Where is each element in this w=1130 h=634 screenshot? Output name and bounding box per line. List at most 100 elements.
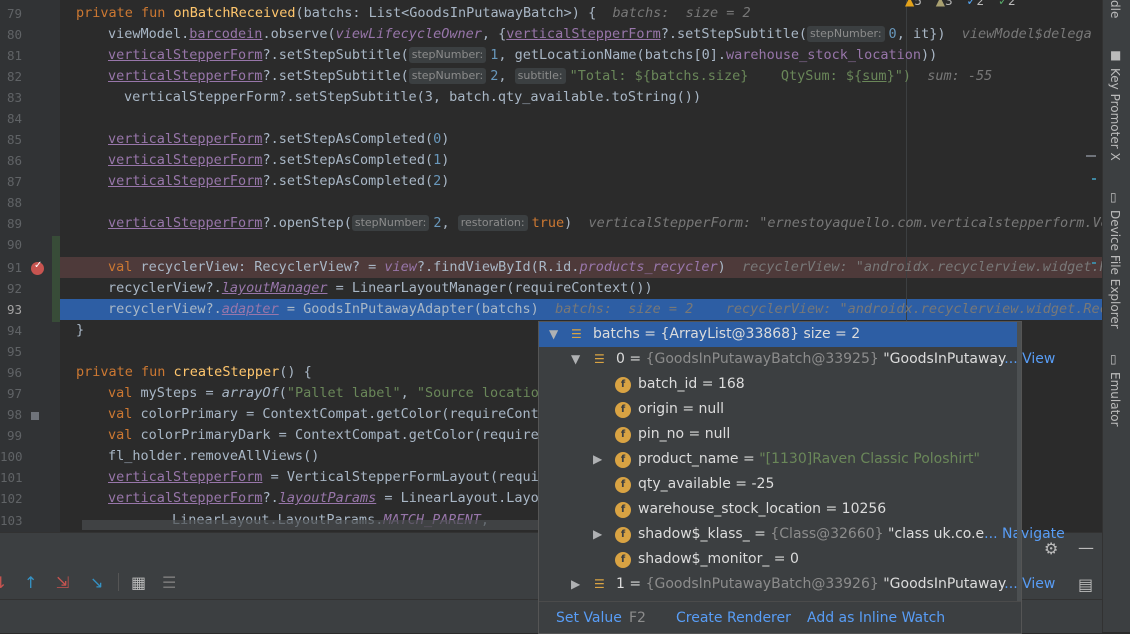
line-number: 87 <box>6 174 22 189</box>
scroll-marker[interactable] <box>1092 178 1096 180</box>
line-number: 101 <box>0 470 23 485</box>
tab-gradle[interactable]: dle <box>1102 0 1130 36</box>
tree-row-item-0[interactable]: ▼ ☰ 0 = {GoodsInPutawayBatch@33925} "Goo… <box>539 347 1055 372</box>
object-icon: ☰ <box>594 577 605 591</box>
run-to-cursor-icon[interactable]: ↘ <box>90 573 103 592</box>
line-number: 84 <box>6 111 22 126</box>
weak-warning-icon: ▲ <box>935 0 945 8</box>
scroll-marker[interactable] <box>1086 155 1096 157</box>
add-inline-watch-link[interactable]: Add as Inline Watch <box>807 610 945 626</box>
tab-emulator[interactable]: ▯ Emulator <box>1102 352 1130 432</box>
code-line-87: verticalStepperForm?.setStepAsCompleted(… <box>108 173 450 189</box>
code-line-83: verticalStepperForm?.setStepSubtitle(3, … <box>124 89 702 105</box>
expand-arrow-icon[interactable]: ▶ <box>593 522 602 547</box>
code-line-93: recyclerView?.adapter = GoodsInPutawayAd… <box>108 301 1102 317</box>
evaluate-icon[interactable]: ▦ <box>131 573 146 592</box>
field-icon: f <box>615 477 631 493</box>
set-value-link[interactable]: Set Value <box>556 610 622 626</box>
field-icon: f <box>615 402 631 418</box>
field-icon: f <box>615 552 631 568</box>
code-line-79: private fun onBatchReceived(batchs: List… <box>76 5 751 21</box>
field-icon: f <box>615 377 631 393</box>
expand-arrow-icon[interactable]: ▶ <box>593 447 602 472</box>
line-number: 83 <box>6 90 22 105</box>
code-line-97: val mySteps = arrayOf("Pallet label", "S… <box>108 385 547 401</box>
horizontal-scrollbar[interactable] <box>82 520 582 530</box>
line-number: 86 <box>6 153 22 168</box>
debug-value-popup[interactable]: ▼ ☰ batchs = {ArrayList@33868} size = 2 … <box>538 321 1065 634</box>
object-icon: ☰ <box>594 352 605 366</box>
line-number: 93 <box>6 302 22 317</box>
code-line-91: val recyclerView: RecyclerView? = view?.… <box>108 259 1102 275</box>
tree-row-field[interactable]: f qty_available = -25 <box>539 472 1021 497</box>
key-promoter-icon: ■ <box>1110 48 1122 62</box>
tree-row-field[interactable]: f shadow$_monitor_ = 0 <box>539 547 1021 572</box>
line-number: 92 <box>6 281 22 296</box>
code-line-96: private fun createStepper() { <box>76 364 312 380</box>
device-icon: ▯ <box>1110 190 1117 204</box>
code-line-85: verticalStepperForm?.setStepAsCompleted(… <box>108 131 450 147</box>
step-out-icon[interactable]: ↑ <box>24 573 37 592</box>
popup-scrollbar[interactable] <box>1017 322 1021 601</box>
code-line-100: fl_holder.removeAllViews() <box>108 448 320 464</box>
create-renderer-link[interactable]: Create Renderer <box>676 610 791 626</box>
line-number: 103 <box>0 513 23 528</box>
code-line-99: val colorPrimaryDark = ContextCompat.get… <box>108 427 547 443</box>
scroll-marker[interactable] <box>1092 262 1096 264</box>
inspection-status[interactable]: ▲5 ▲3 ✓2 ✓2 <box>905 0 1016 8</box>
field-icon: f <box>615 502 631 518</box>
breakpoint-icon[interactable]: ✓ <box>31 260 44 275</box>
line-number: 102 <box>0 491 23 506</box>
step-into-icon[interactable]: ↓ <box>0 573 7 592</box>
tree-row-field[interactable]: f origin = null <box>539 397 1021 422</box>
array-icon: ☰ <box>571 327 582 341</box>
tree-row-field[interactable]: ▶ f shadow$_klass_ = {Class@32660} "class … <box>539 522 1065 547</box>
line-number: 79 <box>6 6 22 21</box>
code-line-86: verticalStepperForm?.setStepAsCompleted(… <box>108 152 450 168</box>
layout-icon[interactable]: ▤ <box>1078 575 1093 594</box>
set-value-shortcut: F2 <box>629 610 646 626</box>
tree-row-field[interactable]: f pin_no = null <box>539 422 1021 447</box>
tree-row-item-1[interactable]: ▶ ☰ 1 = {GoodsInPutawayBatch@33926} "Goo… <box>539 572 1055 597</box>
typo-icon: ✓ <box>966 0 977 8</box>
field-icon: f <box>615 452 631 468</box>
line-number: 99 <box>6 428 22 443</box>
code-line-101: verticalStepperForm = VerticalStepperFor… <box>108 469 547 485</box>
tree-row-batchs[interactable]: ▼ ☰ batchs = {ArrayList@33868} size = 2 <box>539 322 1021 347</box>
expand-arrow-icon[interactable]: ▶ <box>571 572 580 597</box>
field-icon: f <box>615 427 631 443</box>
vcs-change-marker[interactable] <box>52 236 60 322</box>
line-number: 100 <box>0 449 23 464</box>
line-number: 88 <box>6 195 22 210</box>
line-number: 97 <box>6 386 22 401</box>
tree-row-field[interactable]: f batch_id = 168 <box>539 372 1021 397</box>
tree-row-field[interactable]: f warehouse_stock_location = 10256 <box>539 497 1021 522</box>
bookmark-icon[interactable] <box>31 412 39 420</box>
code-line-89: verticalStepperForm?.openStep(stepNumber… <box>108 215 1102 231</box>
line-number: 81 <box>6 48 22 63</box>
line-number: 80 <box>6 27 22 42</box>
minimize-icon[interactable]: — <box>1078 538 1094 557</box>
line-number: 98 <box>6 407 22 422</box>
force-step-icon[interactable]: ⇲ <box>56 573 69 592</box>
code-line-102: verticalStepperForm?.layoutParams = Line… <box>108 490 547 506</box>
line-number: 85 <box>6 132 22 147</box>
line-number: 95 <box>6 344 22 359</box>
tree-row-field[interactable]: ▶ f product_name = "[1130]Raven Classic Po… <box>539 447 1021 472</box>
line-number: 89 <box>6 216 22 231</box>
code-line-94: } <box>76 322 85 338</box>
line-number: 91 <box>6 260 22 275</box>
code-line-82: verticalStepperForm?.setStepSubtitle(ste… <box>108 68 993 84</box>
collapse-arrow-icon[interactable]: ▼ <box>571 347 580 372</box>
toolbar-separator <box>118 573 119 591</box>
line-number: 90 <box>6 237 22 252</box>
code-line-80: viewModel.barcodein.observe(viewLifecycl… <box>108 26 1092 42</box>
tab-device-file-explorer[interactable]: ▯ Device File Explorer <box>1102 190 1130 330</box>
emulator-icon: ▯ <box>1110 352 1117 366</box>
tab-key-promoter[interactable]: ■ Key Promoter X <box>1102 48 1130 168</box>
trace-icon[interactable]: ☰ <box>162 573 176 592</box>
line-number: 82 <box>6 69 22 84</box>
line-number: 96 <box>6 365 22 380</box>
code-line-98: val colorPrimary = ContextCompat.getColo… <box>108 406 547 422</box>
collapse-arrow-icon[interactable]: ▼ <box>549 322 558 347</box>
